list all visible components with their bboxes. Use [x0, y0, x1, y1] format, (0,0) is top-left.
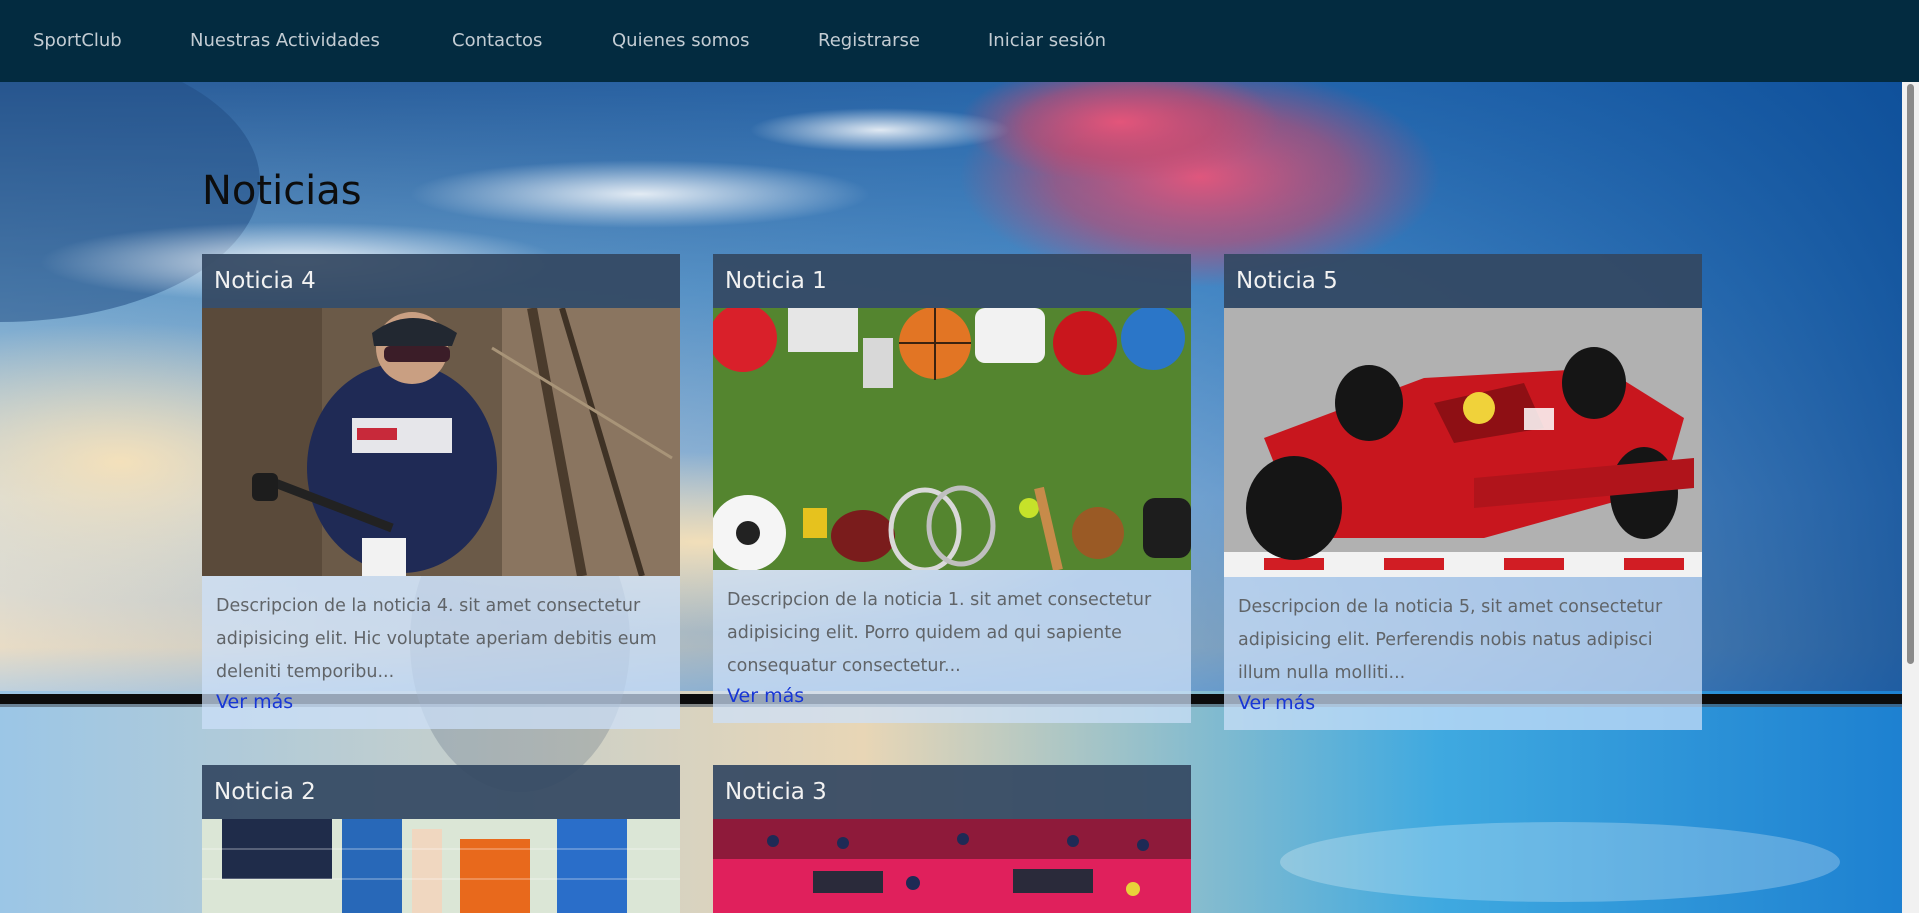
page-title: Noticias [202, 168, 362, 214]
card-body: Descripcion de la noticia 4. sit amet co… [202, 576, 680, 729]
nav-registrarse[interactable]: Registrarse [818, 30, 920, 51]
card-description: Descripcion de la noticia 1. sit amet co… [727, 590, 1152, 676]
nav-iniciar-sesion[interactable]: Iniciar sesión [988, 30, 1106, 51]
ver-mas-link[interactable]: Ver más [216, 689, 666, 729]
top-navbar: SportClub Nuestras Actividades Contactos… [0, 0, 1919, 82]
card-body: Descripcion de la noticia 1. sit amet co… [713, 570, 1191, 723]
table-tennis-arena-image [713, 819, 1191, 913]
nav-quienes-somos[interactable]: Quienes somos [612, 30, 750, 51]
nav-actividades[interactable]: Nuestras Actividades [190, 30, 380, 51]
card-title: Noticia 4 [202, 254, 680, 308]
vertical-scrollbar[interactable] [1902, 82, 1919, 913]
card-title: Noticia 5 [1224, 254, 1702, 308]
card-description: Descripcion de la noticia 4. sit amet co… [216, 596, 657, 682]
card-description: Descripcion de la noticia 5, sit amet co… [1238, 597, 1663, 683]
news-card: Noticia 2 [202, 765, 680, 913]
ver-mas-link[interactable]: Ver más [1238, 690, 1688, 730]
mountain-bike-rider-image [202, 308, 680, 576]
card-title: Noticia 3 [713, 765, 1191, 819]
nav-contactos[interactable]: Contactos [452, 30, 542, 51]
news-card: Noticia 4 Descripcion de la noticia 4. s… [202, 254, 680, 729]
kids-soccer-image [202, 819, 680, 913]
formula-one-car-image [1224, 308, 1702, 577]
brand-link[interactable]: SportClub [33, 30, 122, 51]
card-title: Noticia 2 [202, 765, 680, 819]
card-body: Descripcion de la noticia 5, sit amet co… [1224, 577, 1702, 730]
news-card: Noticia 1 Descripcion de la noticia 1. s… [713, 254, 1191, 723]
news-card: Noticia 3 [713, 765, 1191, 913]
sports-equipment-image [713, 308, 1191, 570]
card-title: Noticia 1 [713, 254, 1191, 308]
scrollbar-thumb[interactable] [1907, 84, 1914, 664]
ver-mas-link[interactable]: Ver más [727, 683, 1177, 723]
news-card: Noticia 5 Descripcion de la noticia 5, s… [1224, 254, 1702, 730]
